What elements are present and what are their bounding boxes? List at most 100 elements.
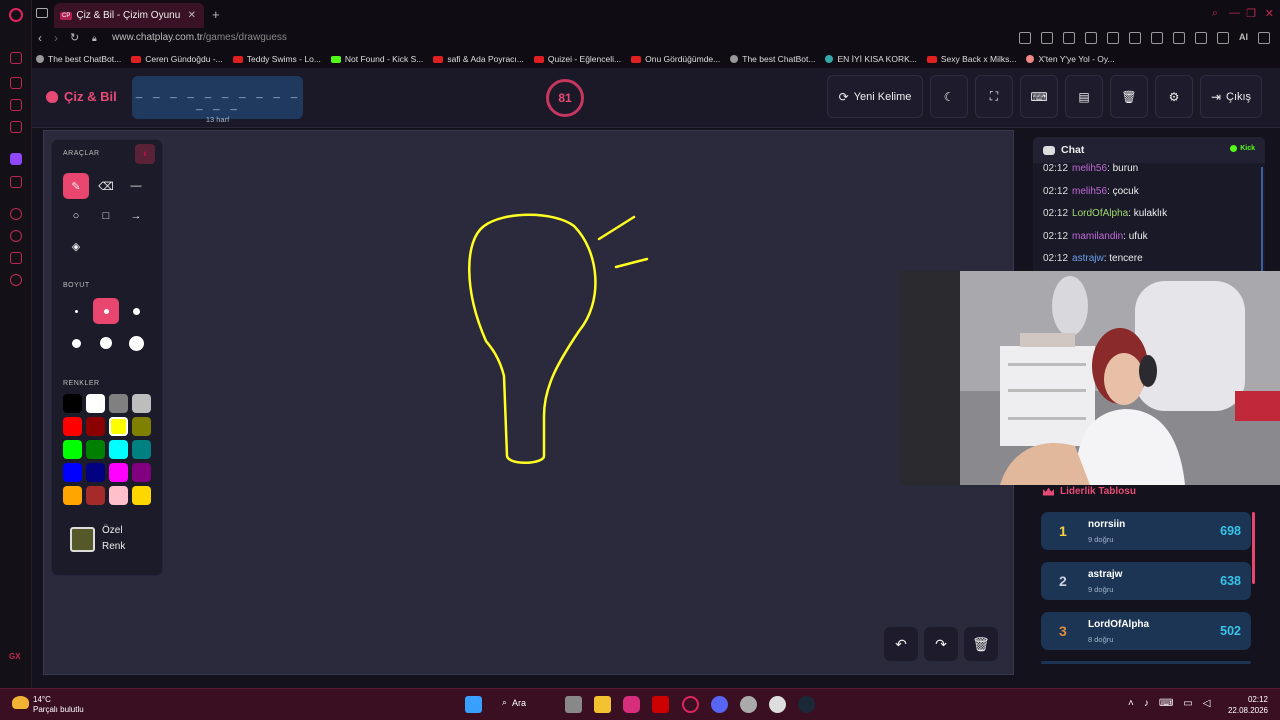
chat-scrollbar[interactable] xyxy=(1261,167,1263,271)
bookmark-item[interactable]: Teddy Swims - Lo... xyxy=(232,54,321,64)
color-swatch[interactable] xyxy=(63,440,82,459)
send-icon[interactable] xyxy=(1085,32,1097,44)
color-swatch[interactable] xyxy=(86,463,105,482)
collapse-panel-button[interactable]: ‹ xyxy=(135,144,155,164)
bookmark-item[interactable]: safi & Ada Poyracı... xyxy=(433,54,524,64)
download-icon[interactable] xyxy=(1217,32,1229,44)
menu-icon[interactable] xyxy=(1258,32,1270,44)
bookmark-item[interactable]: X'ten Y'ye Yol - Oy... xyxy=(1026,54,1115,64)
color-swatch[interactable] xyxy=(109,417,128,436)
bookmark-item[interactable]: Not Found - Kick S... xyxy=(330,54,423,64)
custom-color-label[interactable]: Özel Renk xyxy=(102,523,125,555)
extensions-icon[interactable] xyxy=(10,252,22,264)
app-icon[interactable] xyxy=(740,696,757,713)
color-swatch[interactable] xyxy=(109,394,128,413)
bookmark-item[interactable]: EN İYİ KISA KORK... xyxy=(825,54,917,64)
new-word-button[interactable]: ⟳ Yeni Kelime xyxy=(827,75,923,118)
size-option-5[interactable] xyxy=(93,330,119,356)
clock[interactable]: 02:12 22.08.2026 xyxy=(1228,694,1268,716)
brush-tool[interactable]: ✎ xyxy=(63,173,89,199)
bookmark-item[interactable]: The best ChatBot... xyxy=(36,54,121,64)
chat-username[interactable]: astrajw xyxy=(1072,253,1104,264)
color-swatch[interactable] xyxy=(109,440,128,459)
twitch-icon[interactable] xyxy=(10,153,22,165)
windows-start-icon[interactable] xyxy=(465,696,482,713)
new-tab-icon[interactable]: + xyxy=(212,7,220,22)
volume-icon[interactable]: ◁ xyxy=(1203,698,1211,709)
exit-button[interactable]: ⇥ Çıkış xyxy=(1200,75,1262,118)
archive-button[interactable]: ▤ xyxy=(1065,75,1103,118)
fill-tool[interactable]: ◈ xyxy=(63,233,89,259)
eraser-tool[interactable]: ⌫ xyxy=(93,173,119,199)
close-tab-icon[interactable]: ✕ xyxy=(188,10,196,21)
discord-icon[interactable] xyxy=(711,696,728,713)
dark-mode-button[interactable]: ☾ xyxy=(930,75,968,118)
line-tool[interactable]: — xyxy=(123,173,149,199)
keyboard-button[interactable]: ⌨ xyxy=(1020,75,1058,118)
bookmark-item[interactable]: Sexy Back x Milks... xyxy=(926,54,1016,64)
ai-button[interactable]: AI xyxy=(1239,32,1248,44)
back-icon[interactable]: ‹ xyxy=(38,31,42,45)
shield-icon[interactable] xyxy=(1063,32,1075,44)
size-option-2[interactable] xyxy=(93,298,119,324)
percent-icon[interactable] xyxy=(10,176,22,188)
puzzle-icon[interactable] xyxy=(1195,32,1207,44)
settings-icon[interactable] xyxy=(10,274,22,286)
bookmark-item[interactable]: Ceren Gündoğdu -... xyxy=(131,54,223,64)
chat-username[interactable]: mamilandin xyxy=(1072,231,1123,242)
steam-icon[interactable] xyxy=(798,696,815,713)
color-swatch[interactable] xyxy=(63,394,82,413)
player-icon[interactable] xyxy=(10,208,22,220)
bookmark-item[interactable]: The best ChatBot... xyxy=(730,54,815,64)
youtube-icon[interactable] xyxy=(10,121,22,133)
custom-color-swatch[interactable] xyxy=(70,527,95,552)
heart-icon[interactable] xyxy=(1129,32,1141,44)
color-swatch[interactable] xyxy=(109,463,128,482)
color-swatch[interactable] xyxy=(132,417,151,436)
pin-icon[interactable] xyxy=(1019,32,1031,44)
close-window-icon[interactable]: ✕ xyxy=(1265,7,1274,20)
weather-widget[interactable]: 14°C Parçalı bulutlu xyxy=(33,695,84,715)
taskbar-search[interactable]: ⌕ Ara xyxy=(502,697,526,708)
color-swatch[interactable] xyxy=(86,440,105,459)
color-swatch[interactable] xyxy=(86,394,105,413)
size-option-1[interactable] xyxy=(63,298,89,324)
snapshot-icon[interactable] xyxy=(1151,32,1163,44)
camera-icon[interactable] xyxy=(1041,32,1053,44)
clear-canvas-button[interactable]: 🗑︎ xyxy=(964,627,998,661)
arrow-tool[interactable]: → xyxy=(123,203,149,229)
messenger-icon[interactable] xyxy=(10,99,22,111)
color-swatch[interactable] xyxy=(132,486,151,505)
color-swatch[interactable] xyxy=(86,486,105,505)
keyboard-icon[interactable]: ⌨ xyxy=(1159,698,1173,709)
microphone-icon[interactable]: ♪ xyxy=(1144,698,1149,709)
url-field[interactable]: www.chatplay.com.tr/games/drawguess xyxy=(112,32,287,43)
color-swatch[interactable] xyxy=(63,417,82,436)
history-icon[interactable] xyxy=(10,230,22,242)
opera-gx-icon[interactable] xyxy=(682,696,699,713)
search-tabs-icon[interactable]: ⌕ xyxy=(1212,7,1218,20)
undo-button[interactable]: ↶ xyxy=(884,627,918,661)
leaderboard-scrollbar[interactable] xyxy=(1252,512,1255,584)
file-explorer-icon[interactable] xyxy=(594,696,611,713)
play-icon[interactable] xyxy=(1107,32,1119,44)
workspaces-icon[interactable] xyxy=(36,8,48,18)
netflix-icon[interactable] xyxy=(652,696,669,713)
size-option-3[interactable] xyxy=(123,298,149,324)
size-option-6[interactable] xyxy=(123,330,149,356)
color-swatch[interactable] xyxy=(132,440,151,459)
settings-button[interactable]: ⚙ xyxy=(1155,75,1193,118)
instagram-icon[interactable] xyxy=(623,696,640,713)
bookmark-item[interactable]: Quizei - Eğlenceli... xyxy=(533,54,621,64)
drawing-canvas[interactable] xyxy=(43,130,1014,675)
color-swatch[interactable] xyxy=(63,463,82,482)
color-swatch[interactable] xyxy=(109,486,128,505)
speed-dial-icon[interactable] xyxy=(10,52,22,64)
forward-icon[interactable]: › xyxy=(54,31,58,45)
chat-username[interactable]: melih56 xyxy=(1072,186,1107,197)
chevron-up-icon[interactable]: ˄ xyxy=(1128,698,1134,709)
color-swatch[interactable] xyxy=(86,417,105,436)
cube-icon[interactable] xyxy=(1173,32,1185,44)
minimize-icon[interactable]: — xyxy=(1229,7,1240,19)
color-swatch[interactable] xyxy=(132,394,151,413)
